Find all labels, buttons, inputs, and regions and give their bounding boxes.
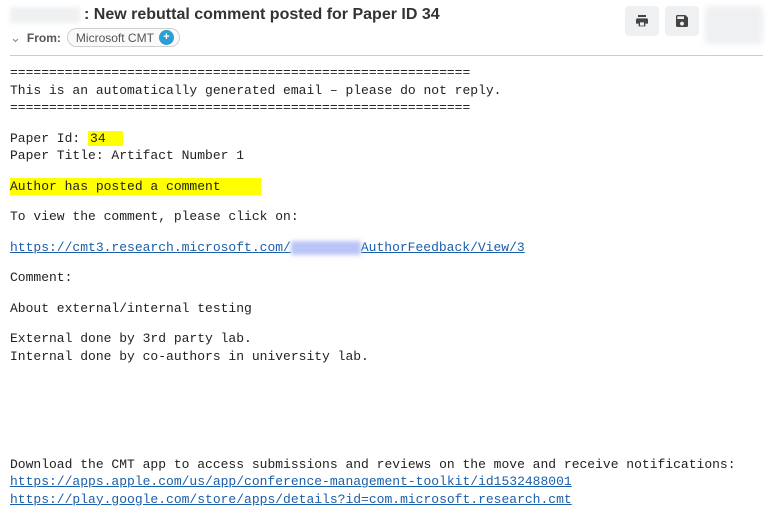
author-posted-line: Author has posted a comment bbox=[10, 178, 763, 196]
paper-id-label: Paper Id: bbox=[10, 131, 88, 146]
rule-bottom: ========================================… bbox=[10, 99, 763, 117]
feedback-url-row: https://cmt3.research.microsoft.com/Auth… bbox=[10, 239, 763, 257]
paper-id-value: 34 bbox=[88, 131, 123, 146]
comment-label: Comment: bbox=[10, 269, 763, 287]
paper-id-line: Paper Id: 34 bbox=[10, 130, 763, 148]
author-posted-highlight: Author has posted a comment bbox=[10, 178, 261, 196]
feedback-link-suffix[interactable]: AuthorFeedback/View/3 bbox=[361, 239, 525, 257]
download-app-line: Download the CMT app to access submissio… bbox=[10, 456, 763, 474]
rule-top: ========================================… bbox=[10, 64, 763, 82]
view-instruction: To view the comment, please click on: bbox=[10, 208, 763, 226]
from-line: ⌄ From: Microsoft CMT + bbox=[10, 28, 625, 47]
auto-generated-notice: This is an automatically generated email… bbox=[10, 82, 763, 100]
header-actions bbox=[625, 6, 763, 44]
add-contact-icon[interactable]: + bbox=[159, 30, 174, 45]
from-sender-name: Microsoft CMT bbox=[76, 31, 154, 45]
header-left: : New rebuttal comment posted for Paper … bbox=[10, 6, 625, 47]
header-redacted-block bbox=[705, 6, 763, 44]
feedback-link-redacted bbox=[291, 241, 361, 255]
ios-app-link[interactable]: https://apps.apple.com/us/app/conference… bbox=[10, 474, 572, 489]
paper-title-line: Paper Title: Artifact Number 1 bbox=[10, 147, 763, 165]
subject-redacted-prefix bbox=[10, 7, 80, 23]
email-header: : New rebuttal comment posted for Paper … bbox=[0, 0, 773, 51]
comment-line-2: Internal done by co-authors in universit… bbox=[10, 348, 763, 366]
from-sender-pill[interactable]: Microsoft CMT + bbox=[67, 28, 180, 47]
expand-chevron-icon[interactable]: ⌄ bbox=[10, 30, 21, 46]
android-app-link[interactable]: https://play.google.com/store/apps/detai… bbox=[10, 492, 572, 507]
email-body: ========================================… bbox=[0, 56, 773, 518]
comment-line-1: External done by 3rd party lab. bbox=[10, 330, 763, 348]
subject-text: : New rebuttal comment posted for Paper … bbox=[84, 6, 440, 24]
comment-subject: About external/internal testing bbox=[10, 300, 763, 318]
feedback-link-prefix[interactable]: https://cmt3.research.microsoft.com/ bbox=[10, 239, 291, 257]
subject-line: : New rebuttal comment posted for Paper … bbox=[10, 6, 625, 24]
save-icon bbox=[674, 13, 690, 29]
from-label: From: bbox=[27, 31, 61, 45]
print-icon bbox=[634, 13, 650, 29]
save-button[interactable] bbox=[665, 6, 699, 36]
print-button[interactable] bbox=[625, 6, 659, 36]
